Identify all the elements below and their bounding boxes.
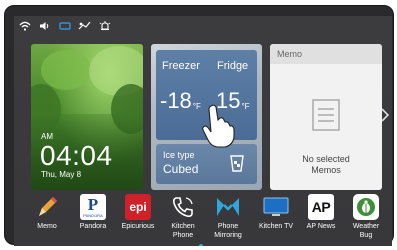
- app-pandora[interactable]: P PANDORA Pandora: [71, 194, 115, 231]
- home-screen: AM 04:04 Thu, May 8 Freezer Fridge -18°F…: [14, 16, 392, 246]
- app-weather-bug[interactable]: Weather Bug: [344, 194, 388, 240]
- memo-empty-text: No selected Memos: [302, 154, 350, 175]
- touch-hand-icon: [201, 104, 237, 153]
- ice-type-value: Cubed: [163, 162, 199, 176]
- ice-cup-icon: [229, 153, 245, 178]
- alarm-icon: [98, 20, 111, 32]
- fridge-label: Fridge: [217, 60, 249, 72]
- device-frame: AM 04:04 Thu, May 8 Freezer Fridge -18°F…: [4, 5, 394, 246]
- pencil-icon: [34, 194, 60, 220]
- memo-title: Memo: [277, 49, 303, 59]
- phone-icon: [170, 194, 196, 220]
- app-kitchen-tv[interactable]: Kitchen TV: [254, 194, 298, 231]
- app-epicurious[interactable]: epi Epicurious: [116, 194, 160, 231]
- ap-news-icon: AP: [308, 194, 334, 220]
- clock-time: 04:04: [40, 140, 113, 171]
- app-phone-mirroring[interactable]: Phone Mirroring: [206, 194, 250, 240]
- pandora-icon: P PANDORA: [80, 194, 106, 220]
- epicurious-icon: epi: [125, 194, 151, 220]
- signal-icon: [78, 20, 91, 32]
- freezer-label: Freezer: [162, 60, 200, 72]
- tv-icon: [263, 194, 289, 220]
- freezer-temp: -18°F: [160, 88, 201, 113]
- wifi-icon: [18, 20, 31, 32]
- page-indicator-dot: [199, 244, 203, 246]
- next-page-arrow-icon[interactable]: [381, 108, 390, 125]
- memo-widget[interactable]: Memo No selected Memos: [270, 44, 382, 190]
- clock-widget[interactable]: AM 04:04 Thu, May 8: [31, 44, 143, 190]
- volume-icon: [38, 20, 51, 32]
- app-ap-news[interactable]: AP AP News: [299, 194, 343, 231]
- network-icon: [58, 20, 71, 32]
- status-bar: [18, 19, 111, 33]
- weather-bug-icon: [353, 194, 379, 220]
- app-kitchen-phone[interactable]: Kitchen Phone: [161, 194, 205, 240]
- note-icon: [312, 99, 340, 136]
- mirroring-icon: [215, 194, 241, 220]
- app-memo[interactable]: Memo: [25, 194, 69, 231]
- ice-type-label: Ice type: [163, 150, 195, 160]
- app-dock: Memo P PANDORA Pandora epi Epicurious Ki…: [14, 194, 392, 240]
- fridge-manager-widget[interactable]: Freezer Fridge -18°F 15°F Ice type Cubed: [151, 44, 262, 190]
- clock-date: Thu, May 8: [41, 170, 82, 179]
